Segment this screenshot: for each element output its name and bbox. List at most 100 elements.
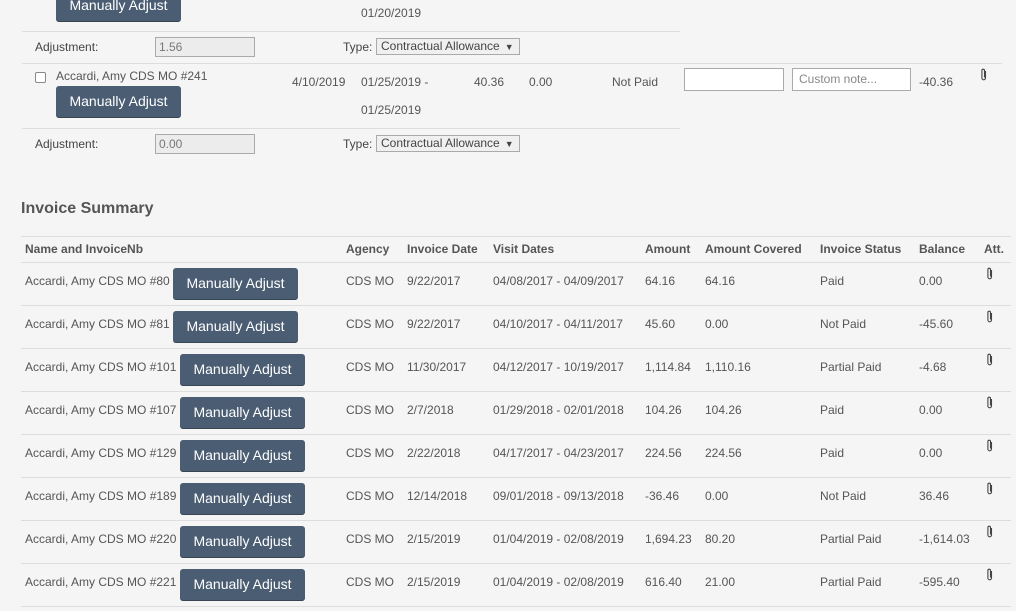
adjustment-label: Adjustment:: [35, 40, 99, 54]
balance: 0.00: [919, 274, 943, 288]
balance: -40.36: [919, 75, 954, 89]
divider: [22, 128, 680, 129]
custom-note-input[interactable]: Custom note...: [792, 68, 911, 91]
dropdown-arrow-icon: ▼: [504, 139, 514, 149]
invoice-date: 2/15/2019: [407, 575, 461, 589]
adjustment-type-select[interactable]: Contractual Allowance ▼: [376, 38, 520, 55]
invoice-status: Not Paid: [820, 317, 867, 331]
section-title: Invoice Summary: [21, 200, 154, 217]
invoice-status: Partial Paid: [820, 360, 882, 374]
paperclip-icon[interactable]: [980, 68, 988, 81]
invoice-link[interactable]: Accardi, Amy CDS MO #220: [25, 532, 176, 546]
visit-dates: 01/04/2019 - 02/08/2019: [493, 575, 624, 589]
manually-adjust-button[interactable]: Manually Adjust: [173, 311, 298, 343]
manually-adjust-button[interactable]: Manually Adjust: [56, 0, 181, 22]
paperclip-icon[interactable]: [986, 396, 994, 409]
balance: 36.46: [919, 489, 950, 503]
row-divider: [21, 520, 1011, 521]
row-divider: [21, 606, 1011, 607]
invoice-link[interactable]: Accardi, Amy CDS MO #241: [56, 69, 207, 83]
invoice-link[interactable]: Accardi, Amy CDS MO #189: [25, 489, 176, 503]
manually-adjust-button[interactable]: Manually Adjust: [180, 569, 305, 601]
adjustment-input[interactable]: 0.00: [155, 134, 255, 154]
invoice-date: 2/22/2018: [407, 446, 461, 460]
amount-covered: 104.26: [705, 403, 742, 417]
invoice-status: Paid: [820, 274, 845, 288]
dropdown-arrow-icon: ▼: [504, 42, 514, 52]
row-divider: [21, 563, 1011, 564]
agency: CDS MO: [346, 446, 394, 460]
invoice-link[interactable]: Accardi, Amy CDS MO #221: [25, 575, 176, 589]
agency: CDS MO: [346, 403, 394, 417]
invoice-status: Not Paid: [820, 489, 867, 503]
paperclip-icon[interactable]: [986, 353, 994, 366]
amount-covered: 224.56: [705, 446, 742, 460]
invoice-date: 2/7/2018: [407, 403, 454, 417]
balance: 0.00: [919, 403, 943, 417]
invoice-date: 9/22/2017: [407, 317, 461, 331]
invoice-date: 4/10/2019: [292, 75, 346, 89]
row-divider: [21, 391, 1011, 392]
paperclip-icon[interactable]: [986, 439, 994, 452]
paperclip-icon[interactable]: [986, 310, 994, 323]
amount: -36.46: [645, 489, 680, 503]
amount: 104.26: [645, 403, 682, 417]
agency: CDS MO: [346, 317, 394, 331]
invoice-status: Paid: [820, 446, 845, 460]
amount-covered: 1,110.16: [705, 360, 751, 374]
row-divider: [21, 434, 1011, 435]
paperclip-icon[interactable]: [986, 568, 994, 581]
agency: CDS MO: [346, 360, 394, 374]
invoice-date: 9/22/2017: [407, 274, 461, 288]
type-label: Type:: [343, 137, 373, 151]
visit-dates: 04/12/2017 - 10/19/2017: [493, 360, 624, 374]
manually-adjust-button[interactable]: Manually Adjust: [180, 354, 305, 386]
divider: [22, 63, 1002, 64]
invoice-status: Partial Paid: [820, 575, 882, 589]
adjustment-input[interactable]: 1.56: [155, 37, 255, 57]
manually-adjust-button[interactable]: Manually Adjust: [180, 526, 305, 558]
amount: 1,694.23: [645, 532, 692, 546]
visit-dates: 04/10/2017 - 04/11/2017: [493, 317, 623, 331]
visit-start: 01/25/2019 -: [361, 75, 429, 89]
amount: 64.16: [645, 274, 676, 288]
payment-amount-input[interactable]: [684, 68, 784, 91]
invoice-link[interactable]: Accardi, Amy CDS MO #101: [25, 360, 176, 374]
paperclip-icon[interactable]: [986, 267, 994, 280]
invoice-link[interactable]: Accardi, Amy CDS MO #80: [25, 274, 170, 288]
invoice-link[interactable]: Accardi, Amy CDS MO #107: [25, 403, 176, 417]
adjustment-type-select[interactable]: Contractual Allowance ▼: [376, 135, 520, 152]
header-divider: [21, 262, 1011, 263]
col-header-invoice-date: Invoice Date: [407, 242, 478, 256]
manually-adjust-button[interactable]: Manually Adjust: [180, 440, 305, 472]
amount-covered: 21.00: [705, 575, 736, 589]
col-header-agency: Agency: [346, 242, 390, 256]
divider: [22, 31, 680, 32]
manually-adjust-button[interactable]: Manually Adjust: [180, 483, 305, 515]
visit-dates: 04/17/2017 - 04/23/2017: [493, 446, 624, 460]
visit-dates: 01/29/2018 - 02/01/2018: [493, 403, 624, 417]
amount-covered: 0.00: [529, 75, 553, 89]
visit-dates: 01/04/2019 - 02/08/2019: [493, 532, 624, 546]
balance: -595.40: [919, 575, 960, 589]
agency: CDS MO: [346, 575, 394, 589]
invoice-status: Paid: [820, 403, 845, 417]
select-checkbox[interactable]: [35, 72, 46, 83]
col-header-visit-dates: Visit Dates: [493, 242, 555, 256]
visit-dates: 04/08/2017 - 04/09/2017: [493, 274, 624, 288]
col-header-balance: Balance: [919, 242, 966, 256]
row-divider: [21, 348, 1011, 349]
col-header-name: Name and InvoiceNb: [25, 242, 144, 256]
paperclip-icon[interactable]: [986, 482, 994, 495]
agency: CDS MO: [346, 532, 394, 546]
manually-adjust-button[interactable]: Manually Adjust: [56, 86, 181, 118]
col-header-invoice-status: Invoice Status: [820, 242, 902, 256]
visit-date-end: 01/20/2019: [361, 6, 422, 20]
invoice-link[interactable]: Accardi, Amy CDS MO #81: [25, 317, 170, 331]
col-header-amount-covered: Amount Covered: [705, 242, 802, 256]
invoice-link[interactable]: Accardi, Amy CDS MO #129: [25, 446, 176, 460]
paperclip-icon[interactable]: [986, 525, 994, 538]
manually-adjust-button[interactable]: Manually Adjust: [173, 268, 298, 300]
manually-adjust-button[interactable]: Manually Adjust: [180, 397, 305, 429]
col-header-attachment: Att.: [984, 242, 1004, 256]
